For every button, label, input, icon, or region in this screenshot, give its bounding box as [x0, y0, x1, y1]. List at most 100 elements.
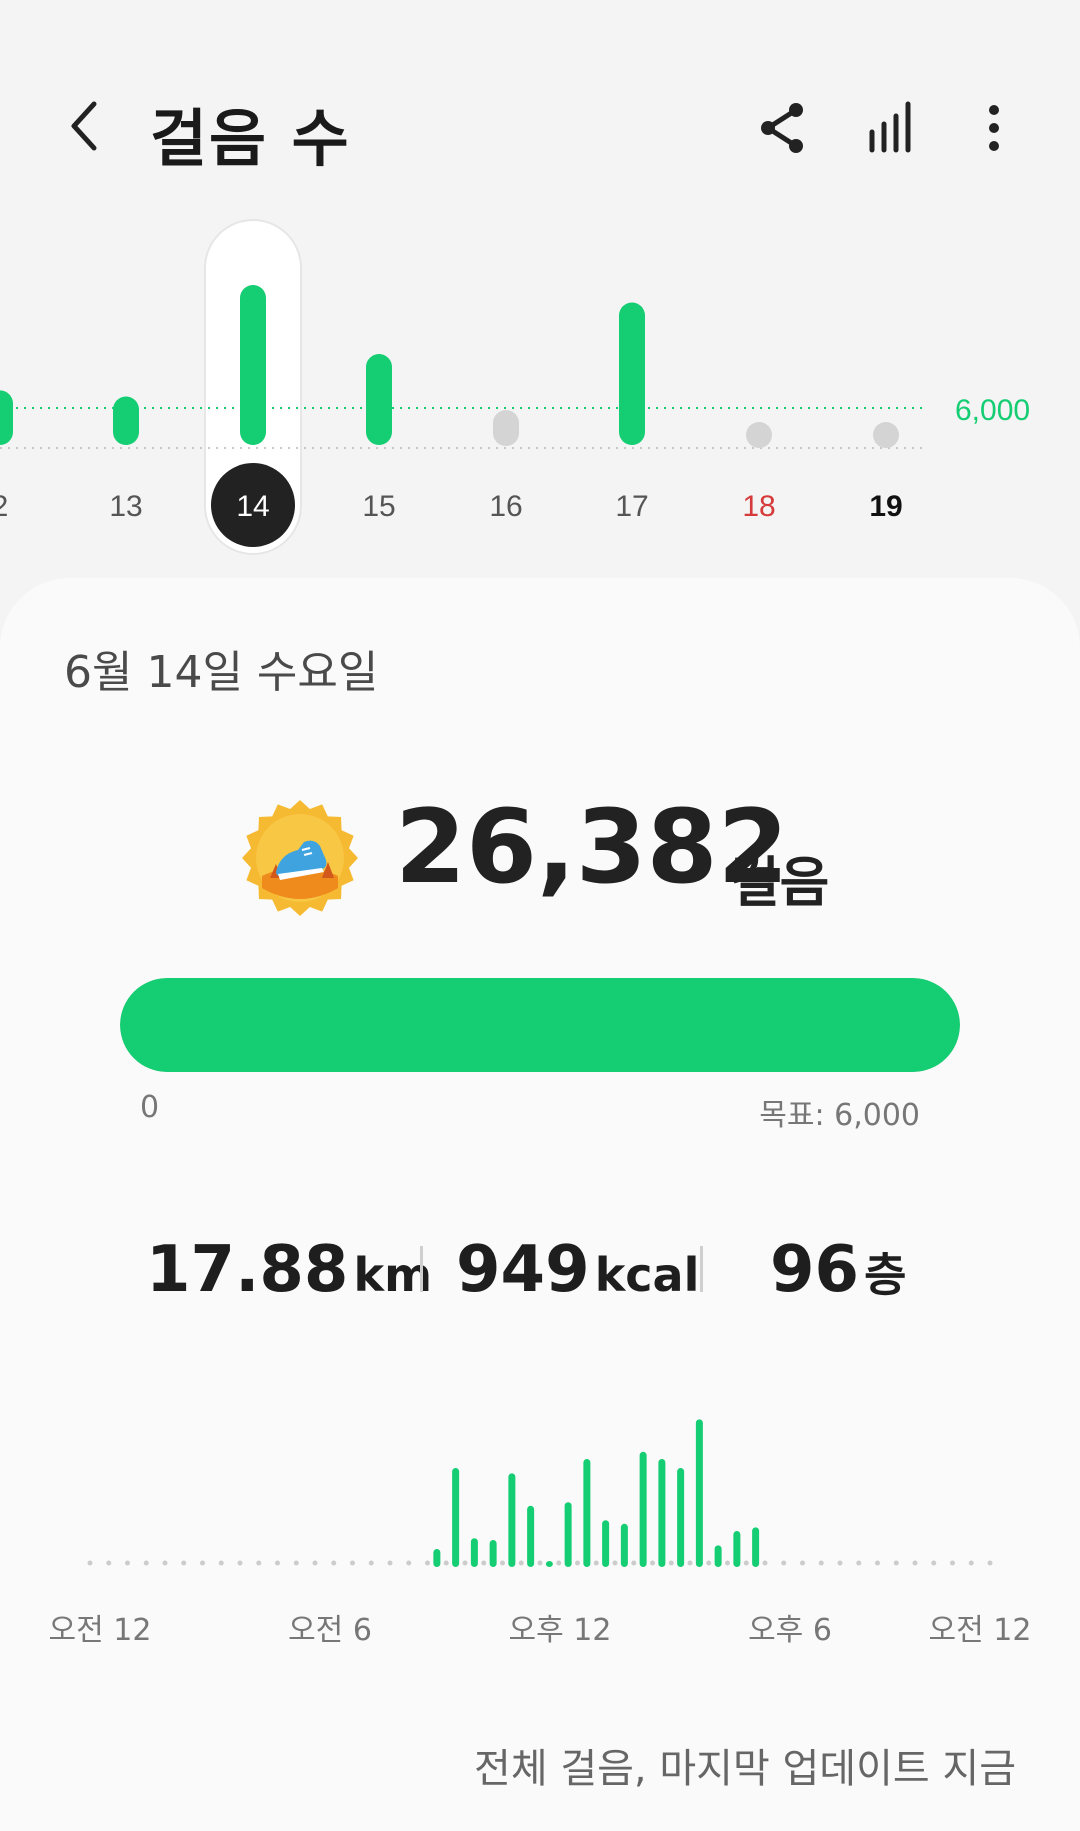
day-label[interactable]: 14 — [236, 490, 269, 523]
hourly-bar — [733, 1531, 741, 1567]
chevron-left-icon — [71, 101, 97, 151]
day-bar[interactable] — [240, 285, 266, 445]
goal-progress-fill — [120, 978, 960, 1072]
hourly-bar — [639, 1451, 647, 1567]
baseline-dot — [781, 1560, 787, 1566]
goal-achieved-badge — [240, 798, 360, 918]
calories-stat: 949 kcal — [456, 1233, 699, 1307]
baseline-dot — [106, 1560, 112, 1566]
day-label[interactable]: 16 — [489, 490, 522, 523]
baseline-dot — [293, 1560, 299, 1566]
more-options-button[interactable] — [964, 98, 1024, 158]
share-icon — [761, 103, 803, 153]
baseline-dot — [443, 1560, 449, 1566]
baseline-dot — [331, 1560, 337, 1566]
day-label[interactable]: 17 — [615, 490, 648, 523]
baseline-dot — [406, 1560, 412, 1566]
day-label[interactable]: 13 — [109, 490, 142, 523]
hourly-bar — [470, 1538, 478, 1567]
last-updated-text: 전체 걸음, 마지막 업데이트 지금 — [474, 1746, 1016, 1792]
baseline-dot — [650, 1560, 655, 1566]
progress-min-label: 0 — [140, 1090, 160, 1125]
hourly-bar — [752, 1527, 760, 1567]
day-bar[interactable] — [493, 410, 519, 446]
weekly-steps-chart: 6,000 2 13 14 15 16 17 18 19 — [0, 210, 1080, 570]
stat-divider — [420, 1246, 423, 1292]
baseline-dot — [350, 1560, 355, 1566]
baseline-dot — [837, 1560, 843, 1566]
baseline-dot — [875, 1560, 880, 1566]
hourly-bar — [508, 1473, 516, 1567]
day-bar-empty[interactable] — [746, 422, 772, 448]
back-button[interactable] — [58, 96, 118, 156]
day-label[interactable]: 2 — [0, 490, 8, 523]
hourly-chart-svg: 오전 12 오전 6 오후 12 오후 6 오전 12 — [49, 1419, 1032, 1648]
baseline-dot — [537, 1560, 543, 1566]
hourly-bar — [620, 1523, 628, 1567]
baseline-dot — [181, 1560, 187, 1566]
floors-unit: 층 — [864, 1248, 907, 1302]
day-label[interactable]: 19 — [869, 490, 902, 523]
day-label[interactable]: 15 — [362, 490, 395, 523]
app-header: 걸음 수 — [0, 0, 1080, 230]
baseline-dot — [668, 1560, 674, 1566]
floors-stat: 96 층 — [770, 1233, 906, 1307]
bar-chart-icon — [869, 101, 911, 153]
baseline-dot — [575, 1560, 580, 1566]
baseline-dot — [725, 1560, 730, 1566]
baseline-dot — [312, 1560, 318, 1566]
baseline-dot — [462, 1560, 468, 1566]
day-detail-card: 6월 14일 수요일 26,382 걸음 0 목표: 6,000 17.88 k… — [0, 578, 1080, 1831]
hourly-bar — [527, 1505, 535, 1567]
stat-divider — [700, 1246, 703, 1292]
baseline-dot — [237, 1560, 243, 1566]
weekly-chart-svg: 6,000 2 13 14 15 16 17 18 19 — [0, 219, 1030, 555]
day-bar[interactable] — [366, 354, 392, 445]
hourly-bar — [658, 1459, 666, 1567]
day-bar[interactable] — [619, 302, 645, 445]
share-button[interactable] — [752, 98, 812, 158]
baseline-dot — [687, 1560, 693, 1566]
goal-line-label: 6,000 — [955, 394, 1030, 427]
hour-axis-label: 오전 12 — [929, 1613, 1032, 1648]
day-bar[interactable] — [0, 390, 13, 445]
baseline-dot — [706, 1560, 712, 1566]
day-label[interactable]: 18 — [742, 490, 775, 523]
hour-axis-label: 오후 6 — [748, 1613, 832, 1648]
hourly-bar — [489, 1540, 497, 1567]
baseline-dot — [556, 1560, 562, 1566]
baseline-dot — [143, 1560, 149, 1566]
baseline-dot — [762, 1560, 768, 1566]
baseline-dot — [256, 1560, 262, 1566]
baseline-dot — [593, 1560, 599, 1566]
day-bar-empty[interactable] — [873, 422, 899, 448]
hourly-bar — [714, 1545, 722, 1567]
hourly-bar — [433, 1549, 441, 1567]
distance-stat: 17.88 km — [146, 1233, 432, 1307]
hour-axis-label: 오전 6 — [288, 1613, 372, 1648]
day-bar[interactable] — [113, 396, 139, 445]
baseline-dot — [893, 1560, 899, 1566]
baseline-dot — [631, 1560, 637, 1566]
baseline-dot — [387, 1560, 393, 1566]
distance-value: 17.88 — [146, 1233, 349, 1307]
baseline-dot — [818, 1560, 824, 1566]
baseline-dot — [368, 1560, 374, 1566]
baseline-dot — [987, 1560, 993, 1566]
baseline-dot — [856, 1560, 862, 1566]
baseline-dot — [162, 1560, 168, 1566]
baseline-dot — [931, 1560, 937, 1566]
baseline-dot — [275, 1560, 280, 1566]
baseline-dot — [912, 1560, 918, 1566]
baseline-dot — [125, 1560, 130, 1566]
selected-date: 6월 14일 수요일 — [64, 647, 379, 698]
hourly-bar — [695, 1419, 703, 1567]
trends-button[interactable] — [862, 98, 922, 158]
page-title: 걸음 수 — [150, 102, 351, 175]
more-vertical-icon — [989, 105, 999, 151]
calories-value: 949 — [456, 1233, 590, 1307]
hourly-bar — [677, 1468, 685, 1567]
progress-goal-label: 목표: 6,000 — [759, 1098, 920, 1133]
sneaker-badge-icon — [242, 800, 358, 916]
steps-unit: 걸음 — [730, 851, 830, 914]
